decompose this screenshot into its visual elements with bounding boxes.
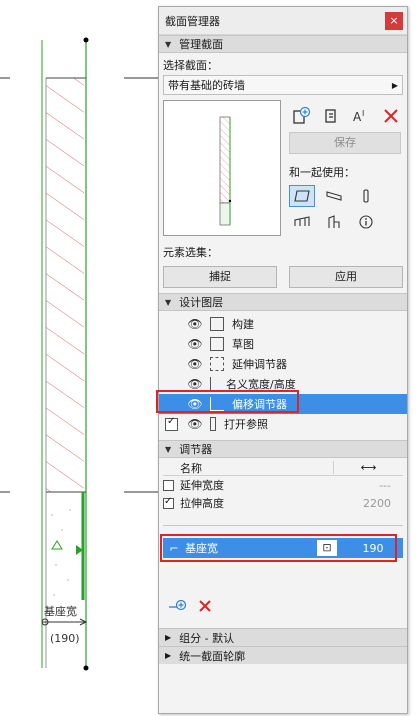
layer-label: 打开参照 [224,418,268,431]
duplicate-profile-icon[interactable] [319,105,343,127]
new-profile-icon[interactable] [289,105,313,127]
profile-dropdown-value: 带有基础的砖墙 [168,79,245,92]
element-selection-label: 元素选集： [163,246,218,259]
adjuster-value[interactable]: 2200 [333,497,403,510]
railing-tool-icon[interactable] [289,211,315,233]
structure-layer-icon [210,317,224,331]
profile-dropdown[interactable]: 带有基础的砖墙 ▶ [163,75,403,95]
eye-icon[interactable]: 👁 [186,317,204,331]
expand-triangle-icon: ▶ [165,651,172,660]
eye-icon[interactable]: 👁 [186,377,204,391]
profile-manager-panel: 截面管理器 × ▼ 管理截面 选择截面： 带有基础的砖墙 ▶ A I 保存 和一… [156,6,408,714]
expand-triangle-icon: ▶ [165,633,172,642]
adjuster-name: 拉伸高度 [180,497,224,510]
layer-row[interactable]: 👁 构建 [159,314,407,334]
delete-profile-icon[interactable] [379,105,403,127]
adjuster-checkbox[interactable] [163,496,174,509]
add-adjuster-icon[interactable] [167,598,187,617]
drawing-canvas[interactable]: 基座宽 (190) [0,0,160,716]
section-unify-header[interactable]: ▶ 统一截面轮廓 [159,646,407,664]
layer-label: 草图 [232,338,254,351]
stretch-adjuster-layer-icon [210,357,224,371]
section-manage-header[interactable]: ▼ 管理截面 [159,35,407,53]
column-tool-icon[interactable] [353,185,379,207]
base-width-dimension: (190) [50,632,80,645]
highlight-box [156,390,299,413]
adjuster-row[interactable]: 拉伸高度 2200 [163,494,403,512]
collapse-triangle-icon: ▼ [165,297,172,307]
sketch-layer-icon [210,337,224,351]
wall-tool-icon[interactable] [289,185,315,207]
select-profile-label: 选择截面： [163,59,218,72]
adjuster-checkbox[interactable] [163,479,174,491]
nominal-size-layer-icon [210,377,218,391]
layer-row[interactable]: 👁 延伸调节器 [159,354,407,374]
panel-title: 截面管理器 [165,14,220,28]
use-with-label: 和一起使用： [289,166,355,179]
layer-row[interactable]: 👁 草图 [159,334,407,354]
handrail-tool-icon[interactable] [321,211,347,233]
apply-button[interactable]: 应用 [289,266,403,288]
eye-icon[interactable]: 👁 [186,337,204,351]
section-design-layers-header[interactable]: ▼ 设计图层 [159,293,407,311]
adjusters-table-header: 名称 ⟷ [163,460,403,476]
width-column-icon: ⟷ [333,461,403,474]
collapse-triangle-icon: ▼ [165,444,172,454]
section-group-title: 组分 - 默认 [179,631,235,645]
collapse-triangle-icon: ▼ [165,39,172,49]
svg-text:A: A [353,110,362,124]
adjuster-row[interactable]: 延伸宽度 --- [163,476,403,494]
section-adjusters-header[interactable]: ▼ 调节器 [159,440,407,458]
section-unify-title: 统一截面轮廓 [179,649,246,663]
profile-preview-drawing [219,116,232,226]
close-button[interactable]: × [385,11,403,30]
layer-label: 延伸调节器 [232,358,287,371]
chevron-right-icon: ▶ [391,80,398,90]
name-column-header: 名称 [180,461,202,475]
capture-button[interactable]: 捕捉 [163,266,277,288]
open-reference-layer-icon [210,417,216,431]
adjuster-name: 延伸宽度 [180,479,224,492]
section-manage-title: 管理截面 [179,38,224,51]
info-icon[interactable] [353,211,379,233]
layer-label: 构建 [232,318,254,331]
section-group-header[interactable]: ▶ 组分 - 默认 [159,628,407,646]
highlight-box [160,534,397,562]
layer-row[interactable]: ✓ 👁 打开参照 [159,414,407,434]
section-design-layers-title: 设计图层 [179,296,224,309]
rename-icon[interactable]: AI [349,105,373,127]
adjuster-value[interactable]: --- [333,479,403,492]
title-bar[interactable]: 截面管理器 × [159,7,407,35]
eye-icon[interactable]: 👁 [186,357,204,371]
adjusters-table: 名称 ⟷ 延伸宽度 --- 拉伸高度 2200 [163,460,403,538]
profile-preview [163,100,281,236]
save-button[interactable]: 保存 [289,132,401,154]
delete-adjuster-icon[interactable] [197,598,213,617]
svg-text:I: I [362,109,364,118]
section-adjusters-title: 调节器 [179,443,213,456]
eye-icon[interactable]: 👁 [186,417,204,431]
wall-section-drawing [0,37,160,671]
base-width-label: 基座宽 [44,605,77,618]
layer-checkbox[interactable]: ✓ [165,416,178,431]
app-stage: 基座宽 (190) 截面管理器 × ▼ 管理截面 选择截面： 带有基础的砖墙 ▶ [0,0,418,716]
beam-tool-icon[interactable] [321,185,347,207]
